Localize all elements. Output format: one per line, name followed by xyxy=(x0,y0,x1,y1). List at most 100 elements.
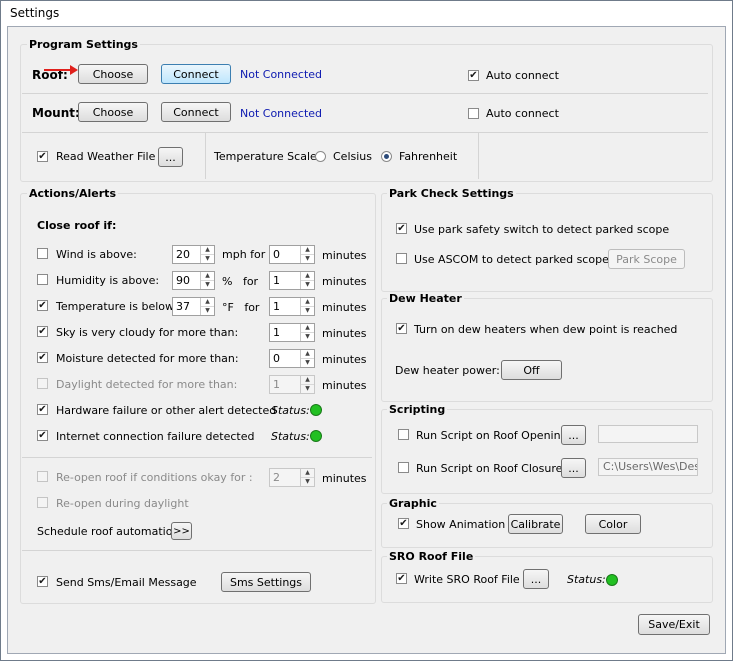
temperature-checkbox[interactable]: ✔ xyxy=(37,300,48,311)
reopen-checkbox[interactable] xyxy=(37,471,48,482)
stepper-down-icon[interactable]: ▼ xyxy=(301,478,314,486)
stepper-up-icon[interactable]: ▲ xyxy=(301,469,314,478)
wind-speed-stepper[interactable]: 20 ▲ ▼ xyxy=(172,245,215,264)
roof-connect-button[interactable]: Connect xyxy=(161,64,231,84)
mount-auto-connect-checkbox[interactable] xyxy=(468,108,479,119)
calibrate-button[interactable]: Calibrate xyxy=(508,514,563,534)
stepper-down-icon[interactable]: ▼ xyxy=(301,281,314,289)
stepper-down-icon[interactable]: ▼ xyxy=(201,307,214,315)
sky-cloudy-minutes-value: 1 xyxy=(273,326,280,339)
reopen-daylight-label: Re-open during daylight xyxy=(56,497,189,510)
stepper-up-icon[interactable]: ▲ xyxy=(301,376,314,385)
dew-heater-group xyxy=(381,298,713,402)
reopen-minutes-stepper[interactable]: 2 ▲ ▼ xyxy=(269,468,315,487)
wind-minutes-value: 0 xyxy=(273,248,280,261)
daylight-minutes-stepper[interactable]: 1 ▲ ▼ xyxy=(269,375,315,394)
stepper-down-icon[interactable]: ▼ xyxy=(301,255,314,263)
stepper-down-icon[interactable]: ▼ xyxy=(301,385,314,393)
show-animation-checkbox[interactable]: ✔ xyxy=(398,518,409,529)
wind-checkbox[interactable] xyxy=(37,248,48,259)
schedule-button[interactable]: >> xyxy=(171,522,192,540)
write-sro-checkbox[interactable]: ✔ xyxy=(396,573,407,584)
park-scope-button[interactable]: Park Scope xyxy=(608,249,685,269)
script-opening-browse-button[interactable]: ... xyxy=(561,425,586,445)
mount-connect-button[interactable]: Connect xyxy=(161,102,231,122)
stepper-up-icon[interactable]: ▲ xyxy=(301,246,314,255)
roof-choose-button[interactable]: Choose xyxy=(78,64,148,84)
humidity-stepper[interactable]: 90 ▲ ▼ xyxy=(172,271,215,290)
reopen-daylight-checkbox[interactable] xyxy=(37,497,48,508)
sky-cloudy-minutes-label: minutes xyxy=(322,327,367,340)
color-button[interactable]: Color xyxy=(585,514,641,534)
sro-browse-button[interactable]: ... xyxy=(523,569,549,589)
daylight-minutes-label: minutes xyxy=(322,379,367,392)
script-opening-checkbox[interactable] xyxy=(398,429,409,440)
daylight-label: Daylight detected for more than: xyxy=(56,378,238,391)
divider xyxy=(205,133,206,179)
internet-status-indicator xyxy=(310,430,322,442)
stepper-up-icon[interactable]: ▲ xyxy=(301,298,314,307)
dew-heater-power-label: Dew heater power: xyxy=(395,364,500,377)
stepper-up-icon[interactable]: ▲ xyxy=(201,298,214,307)
stepper-up-icon[interactable]: ▲ xyxy=(301,272,314,281)
divider xyxy=(22,93,708,94)
stepper-up-icon[interactable]: ▲ xyxy=(301,350,314,359)
internet-failure-checkbox[interactable]: ✔ xyxy=(37,430,48,441)
stepper-up-icon[interactable]: ▲ xyxy=(301,324,314,333)
humidity-checkbox[interactable] xyxy=(37,274,48,285)
wind-speed-value: 20 xyxy=(176,248,190,261)
stepper-down-icon[interactable]: ▼ xyxy=(201,281,214,289)
temperature-minutes-stepper[interactable]: 1 ▲ ▼ xyxy=(269,297,315,316)
save-exit-button[interactable]: Save/Exit xyxy=(638,614,710,635)
script-closure-label: Run Script on Roof Closure xyxy=(416,462,563,475)
sms-settings-button[interactable]: Sms Settings xyxy=(221,572,311,592)
stepper-down-icon[interactable]: ▼ xyxy=(201,255,214,263)
divider xyxy=(22,132,708,133)
wind-label: Wind is above: xyxy=(56,248,137,261)
sro-roof-file-title: SRO Roof File xyxy=(387,550,476,563)
script-closure-path[interactable]: C:\Users\Wes\Des xyxy=(598,458,698,476)
scripting-group xyxy=(381,409,713,494)
script-opening-path[interactable] xyxy=(598,425,698,443)
humidity-minutes-stepper[interactable]: 1 ▲ ▼ xyxy=(269,271,315,290)
weather-browse-button[interactable]: ... xyxy=(158,147,183,167)
mount-choose-button[interactable]: Choose xyxy=(78,102,148,122)
sky-cloudy-checkbox[interactable]: ✔ xyxy=(37,326,48,337)
dew-heater-checkbox[interactable]: ✔ xyxy=(396,323,407,334)
hardware-failure-checkbox[interactable]: ✔ xyxy=(37,404,48,415)
temperature-stepper[interactable]: 37 ▲ ▼ xyxy=(172,297,215,316)
moisture-checkbox[interactable]: ✔ xyxy=(37,352,48,363)
moisture-minutes-label: minutes xyxy=(322,353,367,366)
send-sms-checkbox[interactable]: ✔ xyxy=(37,576,48,587)
roof-auto-connect-checkbox[interactable]: ✔ xyxy=(468,70,479,81)
stepper-down-icon[interactable]: ▼ xyxy=(301,333,314,341)
daylight-checkbox[interactable] xyxy=(37,378,48,389)
park-safety-switch-label: Use park safety switch to detect parked … xyxy=(414,223,670,236)
fahrenheit-radio[interactable] xyxy=(381,151,392,162)
temperature-unit: °F for xyxy=(222,301,260,314)
humidity-value: 90 xyxy=(176,274,190,287)
celsius-radio[interactable] xyxy=(315,151,326,162)
daylight-minutes-value: 1 xyxy=(273,378,280,391)
stepper-up-icon[interactable]: ▲ xyxy=(201,246,214,255)
celsius-label: Celsius xyxy=(333,150,372,163)
wind-minutes-stepper[interactable]: 0 ▲ ▼ xyxy=(269,245,315,264)
dew-heater-power-button[interactable]: Off xyxy=(501,360,562,380)
humidity-label: Humidity is above: xyxy=(56,274,160,287)
park-safety-switch-checkbox[interactable]: ✔ xyxy=(396,223,407,234)
reopen-minutes-value: 2 xyxy=(273,471,280,484)
read-weather-checkbox[interactable]: ✔ xyxy=(37,151,48,162)
stepper-down-icon[interactable]: ▼ xyxy=(301,359,314,367)
script-opening-label: Run Script on Roof Opening xyxy=(416,429,568,442)
script-closure-browse-button[interactable]: ... xyxy=(561,458,586,478)
script-closure-checkbox[interactable] xyxy=(398,462,409,473)
sky-cloudy-minutes-stepper[interactable]: 1 ▲ ▼ xyxy=(269,323,315,342)
schedule-label: Schedule roof automation: xyxy=(37,525,184,538)
mount-label: Mount: xyxy=(32,106,80,120)
reopen-label: Re-open roof if conditions okay for : xyxy=(56,471,253,484)
moisture-minutes-stepper[interactable]: 0 ▲ ▼ xyxy=(269,349,315,368)
park-ascom-checkbox[interactable] xyxy=(396,253,407,264)
stepper-down-icon[interactable]: ▼ xyxy=(301,307,314,315)
send-sms-label: Send Sms/Email Message xyxy=(56,576,197,589)
stepper-up-icon[interactable]: ▲ xyxy=(201,272,214,281)
